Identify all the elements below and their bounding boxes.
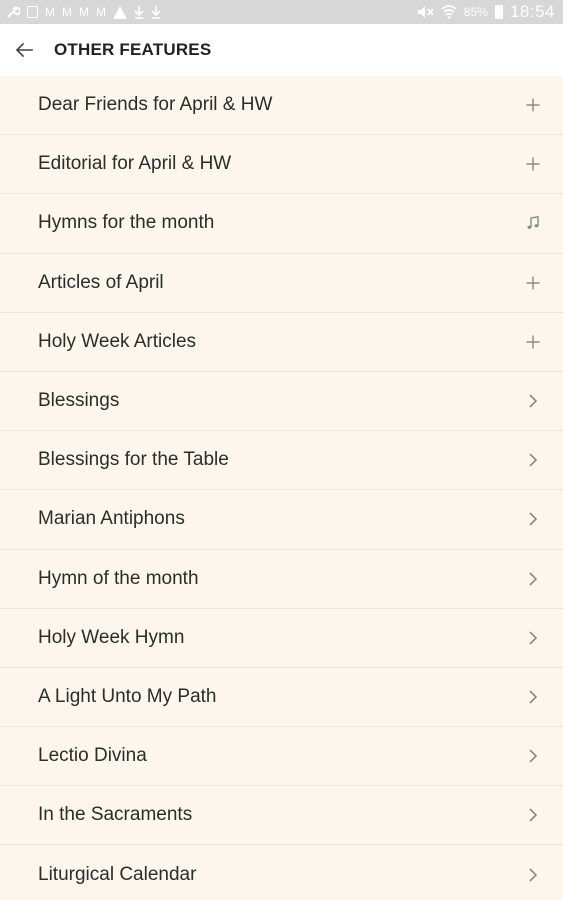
status-bar: M M M M 85% 18:54 <box>0 0 563 24</box>
list-item-label: Blessings for the Table <box>38 449 229 471</box>
plus-icon <box>525 275 541 291</box>
gmail-icon: M <box>45 5 55 19</box>
notification-icons: M M M M <box>6 4 161 20</box>
system-icons: 85% 18:54 <box>416 2 555 22</box>
list-item-label: Hymns for the month <box>38 212 215 234</box>
list-item-label: Articles of April <box>38 271 164 293</box>
list-item[interactable]: Blessings <box>0 372 563 432</box>
list-item[interactable]: A Light Unto My Path <box>0 668 563 728</box>
list-item[interactable]: Lectio Divina <box>0 727 563 787</box>
gmail-icon: M <box>62 5 72 19</box>
chevron-right-icon <box>525 393 541 409</box>
list-item[interactable]: Articles of April <box>0 254 563 313</box>
mute-icon <box>416 4 434 20</box>
list-item-label: Liturgical Calendar <box>38 863 197 885</box>
plus-icon <box>525 156 541 172</box>
plus-icon <box>525 334 541 350</box>
chevron-right-icon <box>525 630 541 646</box>
chevron-right-icon <box>525 748 541 764</box>
list-item-label: Lectio Divina <box>38 745 147 767</box>
list-item[interactable]: Dear Friends for April & HW <box>0 76 563 136</box>
list-item-label: Dear Friends for April & HW <box>38 94 273 116</box>
wrench-icon <box>6 4 20 20</box>
features-list: Dear Friends for April & HW Editorial for… <box>0 76 563 900</box>
list-item-label: Marian Antiphons <box>38 508 185 530</box>
music-note-icon <box>525 215 541 231</box>
chevron-right-icon <box>525 807 541 823</box>
list-item-label: A Light Unto My Path <box>38 685 217 707</box>
chevron-right-icon <box>525 452 541 468</box>
chevron-right-icon <box>525 571 541 587</box>
mail-icon <box>27 4 38 20</box>
app-toolbar: OTHER FEATURES <box>0 24 563 76</box>
chevron-right-icon <box>525 511 541 527</box>
warning-icon <box>113 4 127 20</box>
chevron-right-icon <box>525 867 541 883</box>
battery-percent: 85% <box>463 5 488 19</box>
list-item-label: Blessings <box>38 390 120 412</box>
list-item[interactable]: Marian Antiphons <box>0 490 563 550</box>
page-title: OTHER FEATURES <box>54 40 212 59</box>
chevron-right-icon <box>525 689 541 705</box>
list-item[interactable]: Holy Week Hymn <box>0 609 563 668</box>
list-item[interactable]: In the Sacraments <box>0 786 563 846</box>
list-item-label: In the Sacraments <box>38 804 193 826</box>
list-item[interactable]: Hymn of the month <box>0 550 563 609</box>
plus-icon <box>525 97 541 113</box>
gmail-icon: M <box>96 5 106 19</box>
gmail-icon: M <box>79 5 89 19</box>
arrow-left-icon <box>15 42 33 58</box>
back-button[interactable] <box>12 38 36 62</box>
list-item[interactable]: Hymns for the month <box>0 194 563 254</box>
battery-icon <box>494 4 503 20</box>
list-item-label: Hymn of the month <box>38 567 199 589</box>
download-icon <box>134 4 144 20</box>
download-icon <box>151 4 161 20</box>
list-item-label: Holy Week Hymn <box>38 626 185 648</box>
list-item-label: Holy Week Articles <box>38 330 197 352</box>
list-item[interactable]: Editorial for April & HW <box>0 135 563 195</box>
list-item[interactable]: Liturgical Calendar <box>0 845 563 900</box>
clock: 18:54 <box>509 2 555 21</box>
list-item[interactable]: Holy Week Articles <box>0 313 563 372</box>
list-item[interactable]: Blessings for the Table <box>0 431 563 491</box>
wifi-icon <box>441 4 457 20</box>
list-item-label: Editorial for April & HW <box>38 153 232 175</box>
